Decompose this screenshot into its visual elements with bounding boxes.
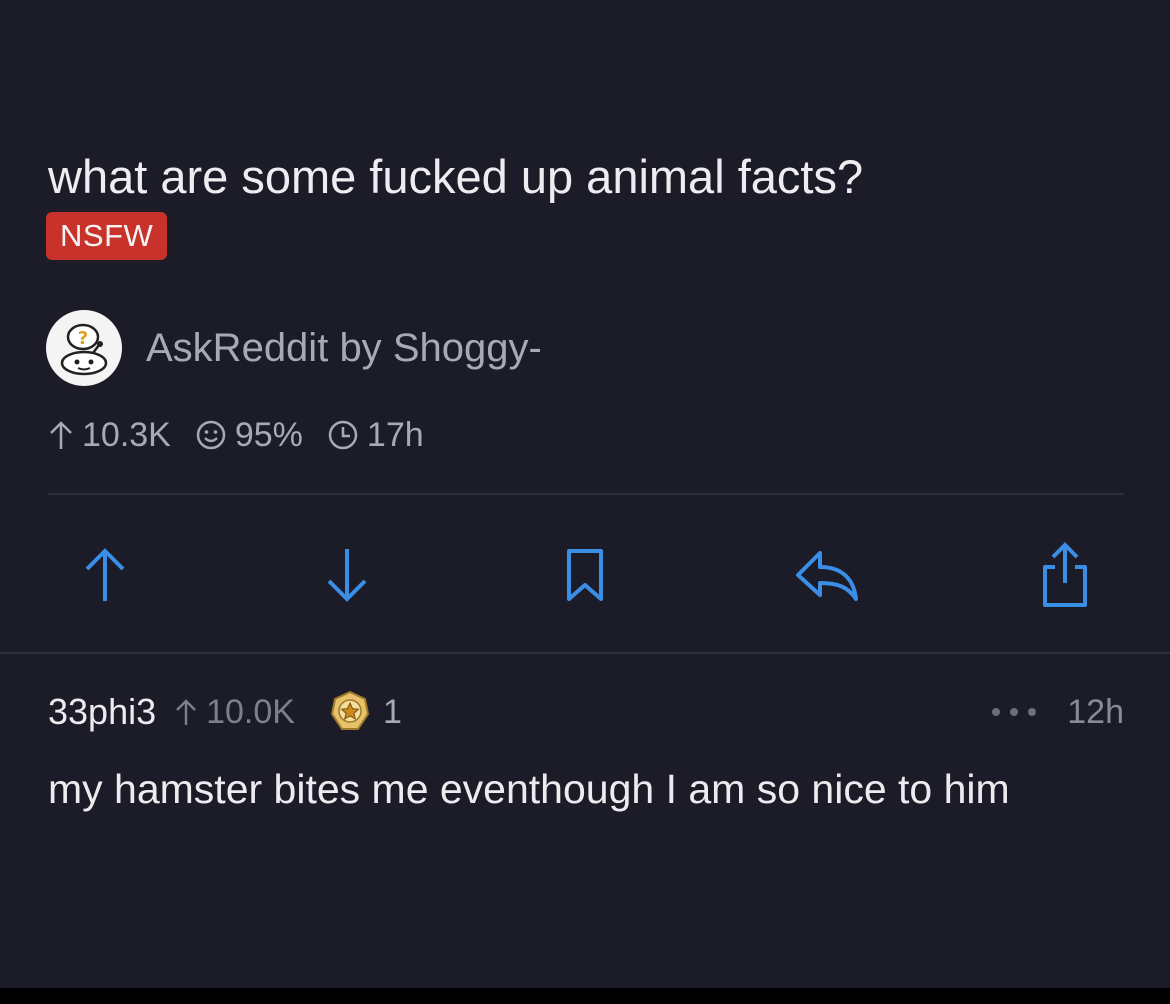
post-actions xyxy=(0,520,1170,630)
bookmark-icon xyxy=(567,549,603,601)
arrow-down-icon xyxy=(327,549,367,602)
upvote-button[interactable] xyxy=(60,530,150,620)
clock-icon xyxy=(328,420,358,450)
post-author[interactable]: Shoggy- xyxy=(393,326,542,370)
comment-right: 12h xyxy=(989,693,1124,732)
comment-score-value: 10.0K xyxy=(206,692,295,731)
post-age: 17h xyxy=(366,415,424,454)
award-badge[interactable]: 1 xyxy=(327,689,402,735)
post-byline: AskReddit by Shoggy- xyxy=(146,326,542,371)
arrow-up-small-icon xyxy=(50,421,72,449)
comment-score: 10.0K xyxy=(174,693,295,732)
more-options-button[interactable] xyxy=(989,705,1039,719)
nsfw-badge: NSFW xyxy=(46,212,168,260)
bottom-bar xyxy=(0,988,1170,1004)
svg-text:?: ? xyxy=(78,328,88,349)
askreddit-snoo-icon: ? xyxy=(60,323,108,376)
subreddit-avatar[interactable]: ? xyxy=(46,310,122,386)
post-meta: ? AskReddit by Shoggy- xyxy=(46,310,542,386)
save-button[interactable] xyxy=(540,530,630,620)
post-stats: 10.3K 95% 17h xyxy=(48,410,448,460)
more-dots-icon xyxy=(992,708,1037,716)
age-stat: 17h xyxy=(327,416,424,455)
share-icon xyxy=(1043,542,1087,607)
arrow-up-small-icon xyxy=(176,699,196,725)
divider xyxy=(48,493,1124,495)
reply-icon xyxy=(796,551,858,601)
downvote-button[interactable] xyxy=(302,530,392,620)
comment-author[interactable]: 33phi3 xyxy=(48,691,156,733)
arrow-up-icon xyxy=(85,548,125,601)
award-count: 1 xyxy=(382,692,402,731)
upvote-count: 10.3K xyxy=(82,415,171,454)
comment-body: my hamster bites me eventhough I am so n… xyxy=(48,766,1010,812)
comment-header: 33phi3 10.0K 1 12h xyxy=(48,684,1124,740)
award-icon xyxy=(330,690,370,730)
smiley-icon xyxy=(196,420,226,450)
post-title[interactable]: what are some fucked up animal facts? xyxy=(48,142,1128,212)
reply-button[interactable] xyxy=(782,530,872,620)
upvote-ratio: 95% xyxy=(234,415,303,454)
ratio-stat: 95% xyxy=(195,416,303,455)
subreddit-name[interactable]: AskReddit xyxy=(146,326,328,370)
divider xyxy=(0,652,1170,654)
share-button[interactable] xyxy=(1020,530,1110,620)
comment-age: 12h xyxy=(1067,692,1124,731)
by-label: by xyxy=(339,325,382,370)
upvote-stat: 10.3K xyxy=(48,416,171,455)
